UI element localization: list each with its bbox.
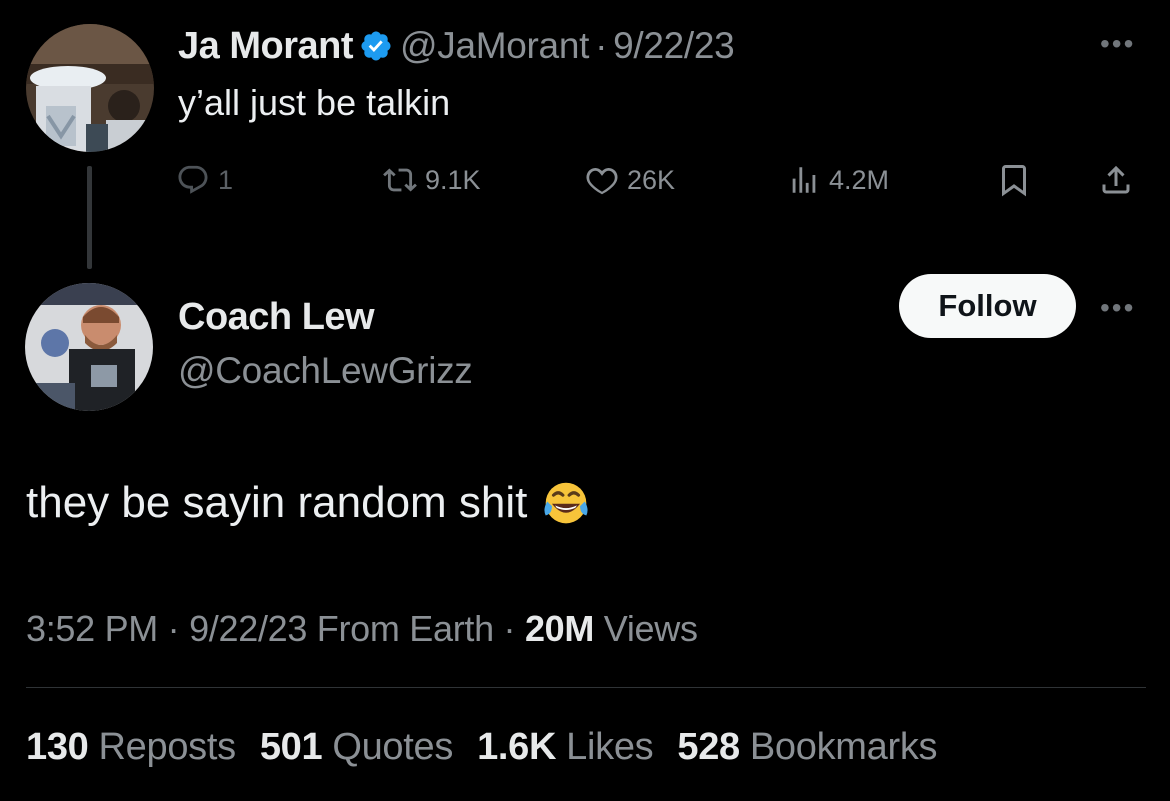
repost-count: 9.1K [425,164,481,195]
reply-tweet-body: they be sayin random shit [26,478,528,527]
face-with-tears-of-joy-icon [544,482,588,524]
bookmarks-label: Bookmarks [749,725,938,768]
tweet-date[interactable]: 9/22/23 [189,608,307,649]
views-count: 4.2M [829,164,890,195]
reply-icon [178,165,208,194]
quotes-stat[interactable]: 501 Quotes [259,725,454,769]
bookmark-icon [1002,165,1026,197]
reply-count: 1 [218,164,234,195]
tweet-timestamp: 3:52 PM · 9/22/23 From Earth · 20M Views [26,608,698,650]
likes-stat[interactable]: 1.6K Likes [477,725,654,769]
bookmark-button[interactable] [996,160,1032,200]
reply-display-name[interactable]: Coach Lew [178,296,375,339]
repost-icon [383,168,417,192]
coach-lew-avatar[interactable] [25,283,153,411]
reply-handle[interactable]: @CoachLewGrizz [178,350,473,392]
likes-count: 1.6K [477,725,557,768]
ja-morant-avatar[interactable] [26,24,154,152]
tweet-detail-page: Ja Morant @JaMorant · 9/22/23 ••• y’all … [0,0,1170,801]
like-icon [586,167,618,195]
repost-button[interactable]: 9.1K [383,160,481,200]
tweet-source: From Earth [316,608,494,649]
follow-button[interactable]: Follow [899,274,1076,338]
like-button[interactable]: 26K [585,160,675,200]
reply-button[interactable]: 1 [176,160,233,200]
parent-date[interactable]: 9/22/23 [613,25,735,67]
parent-tweet-text: y’all just be talkin [178,82,451,123]
reposts-count: 130 [26,725,89,768]
views-icon [792,167,816,193]
more-options-icon[interactable]: ••• [1100,294,1135,322]
reply-tweet-text: they be sayin random shit [26,478,591,528]
views-total: 20M [524,608,595,649]
like-count: 26K [627,164,676,195]
bookmarks-count: 528 [677,725,740,768]
share-button[interactable] [1098,160,1134,200]
meta-separator: · [167,608,180,649]
more-options-icon[interactable]: ••• [1100,30,1135,58]
tweet-time[interactable]: 3:52 PM [26,608,158,649]
views-button[interactable]: 4.2M [787,160,889,200]
divider [26,687,1146,688]
reposts-stat[interactable]: 130 Reposts [26,726,236,769]
likes-label: Likes [566,725,654,768]
meta-separator: · [503,608,516,649]
parent-tweet-header: Ja Morant @JaMorant · 9/22/23 [178,22,735,70]
quotes-label: Quotes [332,725,454,768]
bookmarks-stat[interactable]: 528 Bookmarks [677,726,937,769]
parent-handle[interactable]: @JaMorant [400,25,589,67]
verified-badge-icon [361,31,391,61]
share-icon [1102,165,1130,194]
meta-separator: · [595,25,608,66]
parent-action-bar: 1 9.1K 26K 4.2M [0,160,1170,200]
views-label: Views [603,608,698,649]
parent-display-name[interactable]: Ja Morant [178,25,353,68]
quotes-count: 501 [259,725,323,768]
engagement-stats: 130 Reposts 501 Quotes 1.6K Likes 528 Bookma… [26,722,961,772]
reposts-label: Reposts [98,725,237,768]
